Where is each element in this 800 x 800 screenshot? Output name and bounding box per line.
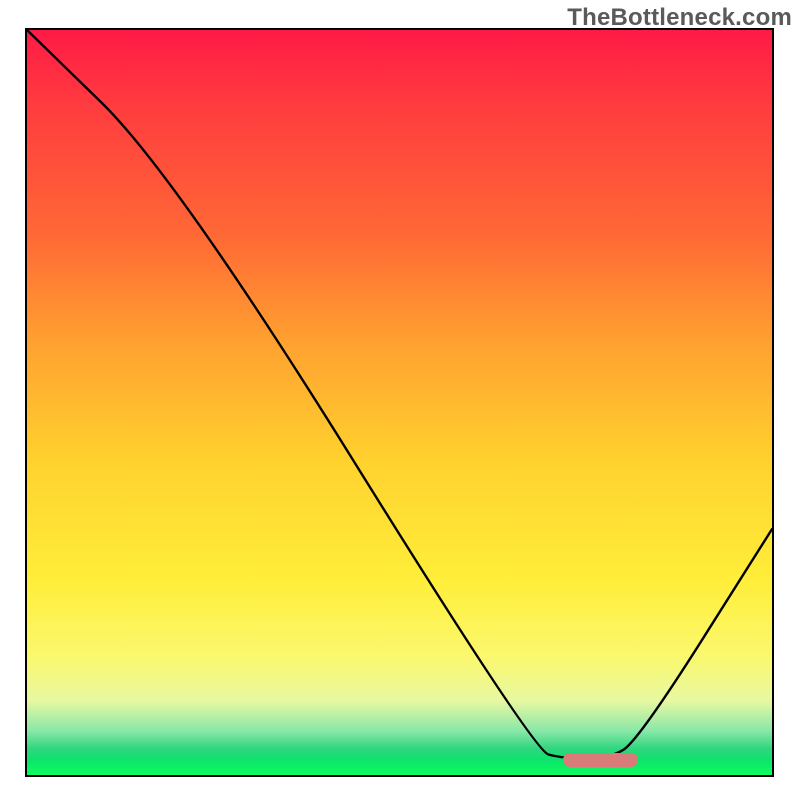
chart-frame: TheBottleneck.com (0, 0, 800, 800)
plot-area (25, 28, 774, 777)
bottleneck-curve (27, 30, 772, 775)
optimal-range-marker (563, 753, 638, 767)
